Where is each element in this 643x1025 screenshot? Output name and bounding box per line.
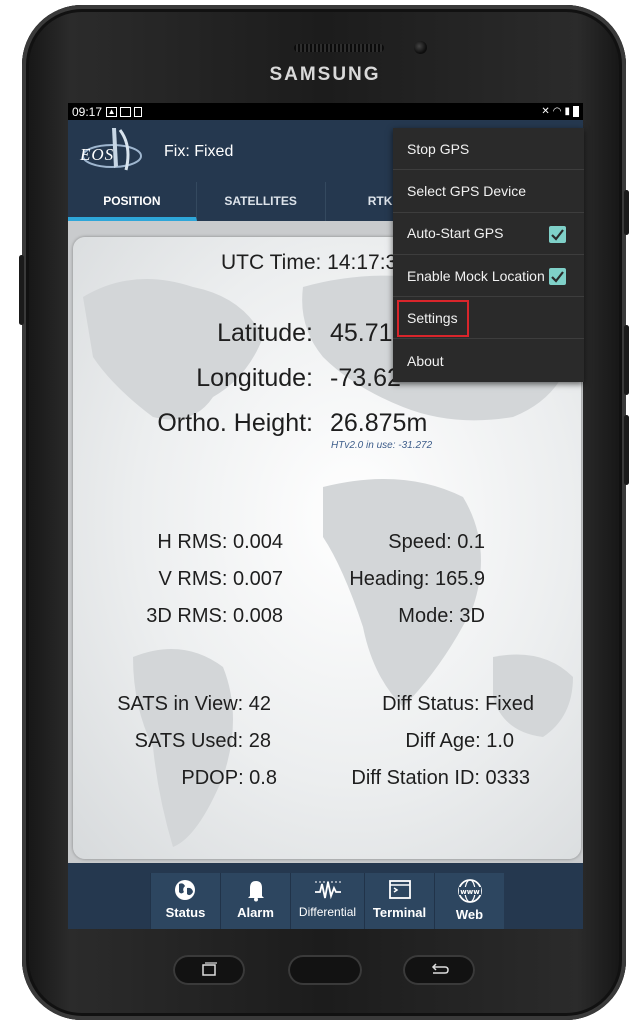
nav-status-button[interactable]: Status	[150, 873, 220, 929]
side-button-left	[19, 255, 24, 325]
bell-icon	[247, 881, 264, 902]
nav-terminal-button[interactable]: Terminal	[364, 873, 434, 929]
recent-apps-icon	[202, 962, 217, 976]
settings-highlight-box	[397, 300, 469, 337]
svg-text:www: www	[460, 888, 480, 896]
pdop: PDOP: 0.8	[181, 767, 277, 789]
side-button-right-bottom	[624, 415, 629, 485]
latitude-value: 45.71	[330, 319, 393, 347]
back-button[interactable]	[403, 955, 475, 985]
brand-logo: SAMSUNG	[269, 64, 381, 85]
terminal-icon	[388, 880, 411, 899]
diff-status: Diff Status: Fixed	[382, 693, 534, 715]
longitude-value: -73.62	[330, 364, 401, 392]
heading: Heading: 165.9	[349, 568, 485, 590]
menu-item-label: Select GPS Device	[407, 182, 527, 199]
status-bar: 09:17 ▲ ✕ ◠ ▮	[68, 103, 583, 120]
image-icon	[120, 106, 132, 117]
tab-satellites[interactable]: SATELLITES	[197, 182, 326, 221]
clipboard-icon	[134, 106, 143, 117]
menu-item-about[interactable]: About	[393, 339, 584, 381]
sats-used: SATS Used: 28	[134, 730, 271, 752]
menu-item-select-gps-device[interactable]: Select GPS Device	[393, 170, 584, 213]
diff-age: Diff Age: 1.0	[405, 730, 514, 752]
bottom-nav-bar: Status Alarm Differential Terminal www W…	[68, 863, 583, 929]
checkmark-icon	[551, 228, 564, 241]
auto-start-checkbox[interactable]	[549, 225, 566, 243]
nav-alarm-label: Alarm	[237, 905, 274, 920]
recent-apps-button[interactable]	[173, 955, 245, 985]
menu-item-label: About	[407, 352, 444, 369]
nav-alarm-button[interactable]: Alarm	[220, 873, 290, 929]
utc-time: UTC Time: 14:17:3	[221, 251, 398, 274]
side-button-right-top	[624, 190, 629, 235]
mode: Mode: 3D	[398, 605, 485, 627]
globe-icon	[174, 880, 195, 900]
menu-item-label: Enable Mock Location	[407, 267, 545, 284]
latitude-label: Latitude:	[217, 319, 313, 347]
ortho-height-label: Ortho. Height:	[157, 409, 313, 437]
nav-terminal-label: Terminal	[372, 905, 427, 920]
nav-status-label: Status	[165, 905, 206, 920]
mute-icon: ✕	[541, 106, 550, 117]
www-globe-icon: www	[457, 879, 482, 903]
menu-item-label: Stop GPS	[407, 140, 470, 157]
side-button-right-middle	[624, 325, 629, 395]
speaker-grille	[294, 44, 384, 52]
speed: Speed: 0.1	[388, 531, 485, 553]
menu-item-label: Auto-Start GPS	[407, 225, 504, 242]
notification-icon: ▲	[106, 106, 118, 117]
sats-in-view: SATS in View: 42	[117, 693, 271, 715]
home-button[interactable]	[288, 955, 362, 985]
htv-note: HTv2.0 in use: -31.272	[331, 440, 433, 451]
battery-icon	[573, 106, 579, 117]
nav-differential-label: Differential	[298, 905, 357, 919]
menu-item-stop-gps[interactable]: Stop GPS	[393, 128, 584, 171]
tab-position[interactable]: POSITION	[68, 182, 197, 221]
diff-station-id: Diff Station ID: 0333	[351, 767, 530, 789]
eos-logo-text: EOS	[80, 145, 115, 164]
back-icon	[431, 963, 449, 974]
front-camera	[414, 41, 427, 54]
signal-icon: ▮	[564, 106, 570, 117]
ortho-height-value: 26.875m	[330, 409, 428, 437]
menu-item-enable-mock-location[interactable]: Enable Mock Location	[393, 255, 584, 298]
mock-location-checkbox[interactable]	[549, 267, 566, 285]
status-time: 09:17	[72, 104, 103, 119]
nav-web-label: Web	[455, 907, 484, 922]
overflow-menu: Stop GPS Select GPS Device Auto-Start GP…	[393, 128, 584, 382]
checkmark-icon	[551, 271, 564, 283]
fix-status: Fix: Fixed	[164, 143, 234, 160]
menu-item-auto-start-gps[interactable]: Auto-Start GPS	[393, 213, 584, 255]
nav-web-button[interactable]: www Web	[434, 873, 504, 929]
nav-differential-button[interactable]: Differential	[290, 873, 364, 929]
waveform-icon	[314, 881, 341, 900]
longitude-label: Longitude:	[196, 364, 313, 392]
status-icons-right: ✕ ◠ ▮	[541, 106, 579, 117]
wifi-icon: ◠	[552, 106, 562, 117]
